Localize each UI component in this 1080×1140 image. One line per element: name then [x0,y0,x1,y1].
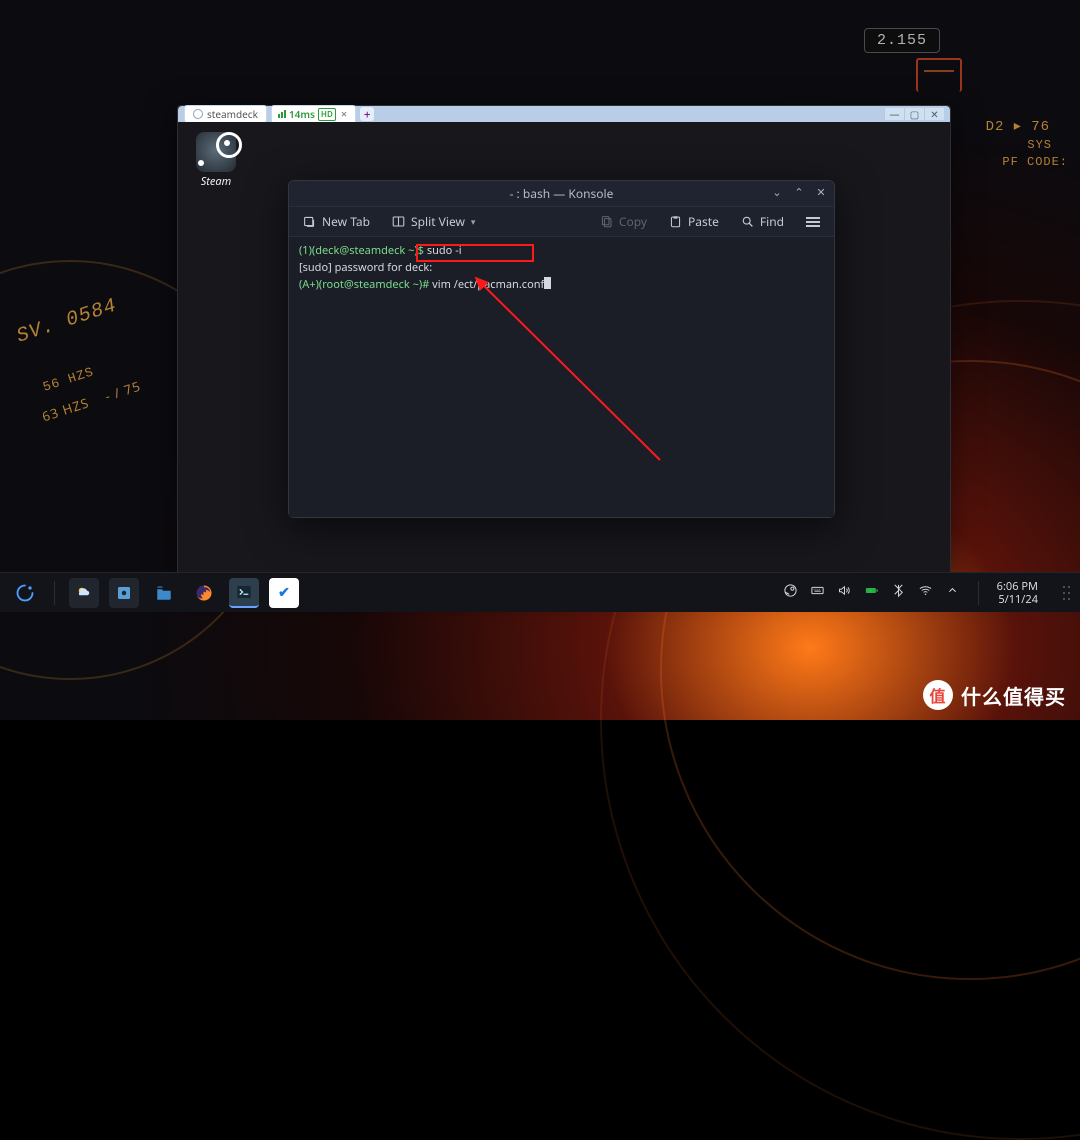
konsole-window[interactable]: - : bash — Konsole ⌄ ⌃ ✕ New Tab [288,180,835,518]
button-label: Copy [619,213,647,230]
tray-wifi-icon[interactable] [918,583,933,602]
latency-value: 14ms [289,107,315,121]
prompt: (1)(deck@steamdeck ~)$ [299,243,427,258]
konsole-toolbar: New Tab Split View ▾ Copy [289,207,834,237]
button-label: Find [760,213,784,230]
copy-button[interactable]: Copy [596,210,651,233]
tray-volume-icon[interactable] [837,583,852,602]
paste-icon [669,215,682,228]
new-tab-button[interactable]: New Tab [299,210,374,233]
taskbar-app-firefox[interactable] [189,578,219,608]
chevron-down-icon: ▾ [471,215,476,228]
signal-icon [278,110,286,118]
taskbar: ✔ 6:06 PM 5/11/24 [0,572,1080,612]
tray-expand-icon[interactable] [945,583,960,602]
find-button[interactable]: Find [737,210,788,233]
terminal-output[interactable]: (1)(deck@steamdeck ~)$ sudo -i [sudo] pa… [289,237,834,517]
prompt: (A+)(root@steamdeck ~)# [299,277,432,292]
globe-icon [193,109,203,119]
taskbar-divider [54,581,55,605]
split-view-button[interactable]: Split View ▾ [388,210,479,233]
hud-pfcode: PF CODE: [1002,155,1068,169]
hud-readout-top: 2.155 [864,28,940,53]
taskbar-divider [978,581,979,605]
taskbar-app-weather[interactable] [69,578,99,608]
command: vim /ect/pacman.conf [432,277,544,292]
button-label: New Tab [322,213,370,230]
remote-desktop-icon-steam[interactable]: Steam [196,132,236,189]
hud-bracket [916,58,962,92]
remote-viewer-tabbar: steamdeck 14ms HD × + — ▢ ✕ [178,106,950,122]
maximize-button[interactable]: ⌃ [792,185,806,199]
cursor [544,277,551,289]
tray-battery-icon[interactable] [864,583,879,602]
window-title: - : bash — Konsole [510,185,614,202]
button-label: Paste [688,213,719,230]
new-tab-icon [303,215,316,228]
hud-d2: D2 ▸ 76 [986,118,1050,135]
close-tab-button[interactable]: × [339,107,349,122]
watermark-text: 什么值得买 [961,681,1066,710]
taskbar-app-todesk[interactable]: ✔ [269,578,299,608]
tray-steam-icon[interactable] [783,583,798,602]
button-label: Split View [411,213,465,230]
hamburger-menu-button[interactable] [802,214,824,230]
taskbar-clock[interactable]: 6:06 PM 5/11/24 [997,580,1038,606]
tray-keyboard-icon[interactable] [810,583,825,602]
minimize-button[interactable]: ⌄ [770,185,784,199]
minimize-button[interactable]: — [884,108,904,120]
taskbar-app-files[interactable] [149,578,179,608]
taskbar-app-settings[interactable] [109,578,139,608]
paste-button[interactable]: Paste [665,210,723,233]
taskbar-app-konsole[interactable] [229,578,259,608]
close-button[interactable]: ✕ [814,185,828,199]
watermark-badge: 值 [923,680,953,710]
maximize-button[interactable]: ▢ [904,108,924,120]
date: 5/11/24 [997,593,1038,606]
konsole-titlebar[interactable]: - : bash — Konsole ⌄ ⌃ ✕ [289,181,834,207]
hd-badge: HD [318,108,336,121]
desktop-wallpaper: 2.155 SV. 0584 56 HZS 63 HZS - / 75 D2 ▸… [0,0,1080,720]
hamburger-icon [806,217,820,227]
latency-badge: 14ms HD × [271,105,356,124]
command: sudo -i [427,243,462,258]
window-controls: — ▢ ✕ [884,108,944,120]
search-icon [741,215,754,228]
split-view-icon [392,215,405,228]
start-button[interactable] [10,578,40,608]
terminal-line: [sudo] password for deck: [299,260,432,275]
icon-label: Steam [196,174,236,189]
connection-tab[interactable]: steamdeck [184,105,267,123]
new-tab-button[interactable]: + [360,107,374,121]
tray-bluetooth-icon[interactable] [891,583,906,602]
tab-label: steamdeck [207,107,258,121]
watermark: 值 什么值得买 [923,680,1066,710]
hud-sys: SYS [1027,138,1052,152]
copy-icon [600,215,613,228]
system-tray [783,583,960,602]
steam-icon [196,132,236,172]
time: 6:06 PM [997,580,1038,593]
close-button[interactable]: ✕ [924,108,944,120]
show-desktop-handle[interactable] [1052,579,1070,607]
